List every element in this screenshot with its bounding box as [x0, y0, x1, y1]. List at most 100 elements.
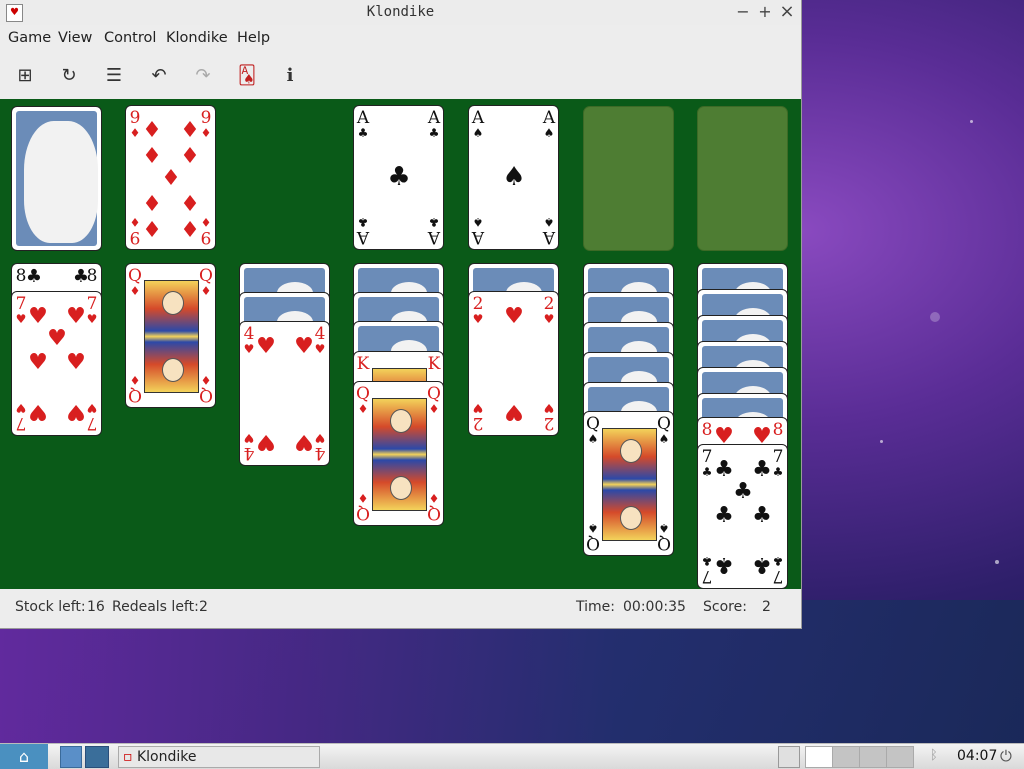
queen-face-image — [144, 280, 199, 393]
tableau-card[interactable]: Q ♠ Q ♠ Q ♠ Q ♠ — [583, 411, 674, 556]
workspace-4[interactable] — [886, 746, 914, 768]
card-rank: 8 — [701, 420, 713, 440]
pip: ♥ — [256, 334, 276, 359]
time-label: Time: — [576, 599, 615, 615]
tableau-card[interactable]: 7 ♥ 7 ♥ 7 ♥ 7 ♥ ♥ ♥ ♥ ♥ ♥ ♥ ♥ — [11, 291, 102, 436]
menu-view[interactable]: View — [58, 30, 92, 46]
taskbar: ⌂ ▫ Klondike ᛒ 04:07 ⏻ — [0, 743, 1024, 769]
deal-card-icon[interactable]: 🂡 — [234, 63, 260, 89]
window-switcher-icon[interactable] — [778, 746, 800, 768]
card-rank: Q — [356, 503, 370, 523]
pip: ♥ — [28, 350, 48, 375]
card-rank: Q — [128, 385, 142, 405]
foundation-empty-slot[interactable] — [697, 106, 788, 251]
tableau-card[interactable]: 2 ♥ 2 ♥ 2 ♥ 2 ♥ ♥ ♥ — [468, 291, 559, 436]
task-button-label: Klondike — [136, 749, 197, 765]
start-menu-button[interactable]: ⌂ — [0, 744, 48, 769]
pip: ♥ — [28, 399, 48, 424]
card-suit: ♦ — [428, 402, 440, 416]
card-rank: A — [542, 108, 556, 128]
select-game-icon[interactable]: ☰ — [101, 63, 127, 89]
card-suit: ♥ — [472, 401, 484, 415]
stock-left-label: Stock left: — [15, 599, 86, 615]
desktop-icon[interactable] — [85, 746, 109, 768]
card-suit: ♦ — [129, 284, 141, 298]
pip: ♣ — [714, 503, 734, 528]
card-rank: Q — [356, 384, 370, 404]
card-rank: 2 — [472, 294, 484, 314]
card-rank: Q — [128, 266, 142, 286]
tableau-card[interactable]: Q ♦ Q ♦ Q ♦ Q ♦ — [353, 381, 444, 526]
card-rank: 7 — [15, 294, 27, 314]
task-button-klondike[interactable]: ▫ Klondike — [118, 746, 320, 768]
card-rank: A — [471, 227, 485, 247]
card-rank: 2 — [543, 413, 555, 433]
stock-pile[interactable] — [11, 106, 102, 251]
pip: ♥ — [47, 326, 67, 351]
clock[interactable]: 04:07 — [957, 746, 997, 766]
pip: ♦ — [180, 144, 200, 169]
file-manager-icon[interactable] — [60, 746, 82, 768]
menu-game[interactable]: Game — [8, 30, 51, 46]
card-suit: ♦ — [200, 284, 212, 298]
card-rank: A — [427, 108, 441, 128]
pip: ♦ — [180, 118, 200, 143]
card-rank: A — [542, 227, 556, 247]
star-decoration — [930, 312, 940, 322]
maximize-button[interactable]: + — [755, 2, 775, 22]
minimize-button[interactable]: − — [733, 2, 753, 22]
card-rank: 7 — [86, 294, 98, 314]
close-button[interactable]: × — [777, 2, 797, 22]
workspace-2[interactable] — [832, 746, 860, 768]
undo-icon[interactable]: ↶ — [146, 63, 172, 89]
tableau-card[interactable]: 4 ♥ 4 ♥ 4 ♥ 4 ♥ ♥ ♥ ♥ ♥ — [239, 321, 330, 466]
title-bar[interactable]: ♥ Klondike − + × — [0, 0, 801, 25]
pip: ♠ — [502, 162, 526, 192]
pip: ♣ — [714, 457, 734, 482]
bluetooth-icon[interactable]: ᛒ — [930, 746, 940, 766]
foundation-spades[interactable]: A ♠ A ♠ A ♠ A ♠ ♠ — [468, 105, 559, 250]
menu-klondike[interactable]: Klondike — [166, 30, 228, 46]
pip: ♥ — [66, 399, 86, 424]
pip: ♣ — [25, 266, 43, 287]
workspace-3[interactable] — [859, 746, 887, 768]
waste-card[interactable]: 9 ♦ 9 ♦ 9 ♦ 9 ♦ ♦ ♦ ♦ ♦ ♦ ♦ ♦ ♦ ♦ — [125, 105, 216, 250]
menu-help[interactable]: Help — [237, 30, 270, 46]
power-icon[interactable]: ⏻ — [1000, 746, 1018, 766]
pip: ♦ — [180, 189, 200, 214]
pip: ♣ — [387, 162, 411, 192]
star-decoration — [995, 560, 999, 564]
card-rank: 2 — [472, 413, 484, 433]
card-rank: 9 — [200, 108, 212, 128]
redeals-left-value: 2 — [199, 599, 208, 615]
card-suit: ♥ — [543, 401, 555, 415]
card-rank: 9 — [129, 108, 141, 128]
card-rank: Q — [199, 385, 213, 405]
new-game-icon[interactable]: ⊞ — [12, 63, 38, 89]
redo-icon[interactable]: ↷ — [190, 63, 216, 89]
pip: ♥ — [28, 304, 48, 329]
card-suit: ♣ — [357, 126, 369, 140]
pip: ♣ — [752, 457, 772, 482]
menu-control[interactable]: Control — [104, 30, 156, 46]
queen-face-image — [602, 428, 657, 541]
tableau-card[interactable]: Q ♦ Q ♦ Q ♦ Q ♦ — [125, 263, 216, 408]
card-rank: Q — [199, 266, 213, 286]
tableau-card[interactable]: 7 ♣ 7 ♣ 7 ♣ 7 ♣ ♣ ♣ ♣ ♣ ♣ ♣ ♣ — [697, 444, 788, 589]
card-rank: Q — [427, 503, 441, 523]
card-suit: ♣ — [428, 126, 440, 140]
workspace-1[interactable] — [805, 746, 833, 768]
card-rank: 7 — [772, 447, 784, 467]
card-rank: 7 — [701, 566, 713, 586]
pip: ♣ — [752, 552, 772, 577]
card-rank: A — [356, 108, 370, 128]
restart-icon[interactable]: ↻ — [56, 63, 82, 89]
card-rank: Q — [586, 533, 600, 553]
foundation-empty-slot[interactable] — [583, 106, 674, 251]
foundation-clubs[interactable]: A ♣ A ♣ A ♣ A ♣ ♣ — [353, 105, 444, 250]
card-rank: 4 — [314, 443, 326, 463]
menu-bar: Game View Control Klondike Help — [0, 27, 801, 51]
pip: ♥ — [504, 304, 524, 329]
card-rank: 7 — [15, 413, 27, 433]
info-icon[interactable]: i — [277, 63, 303, 89]
